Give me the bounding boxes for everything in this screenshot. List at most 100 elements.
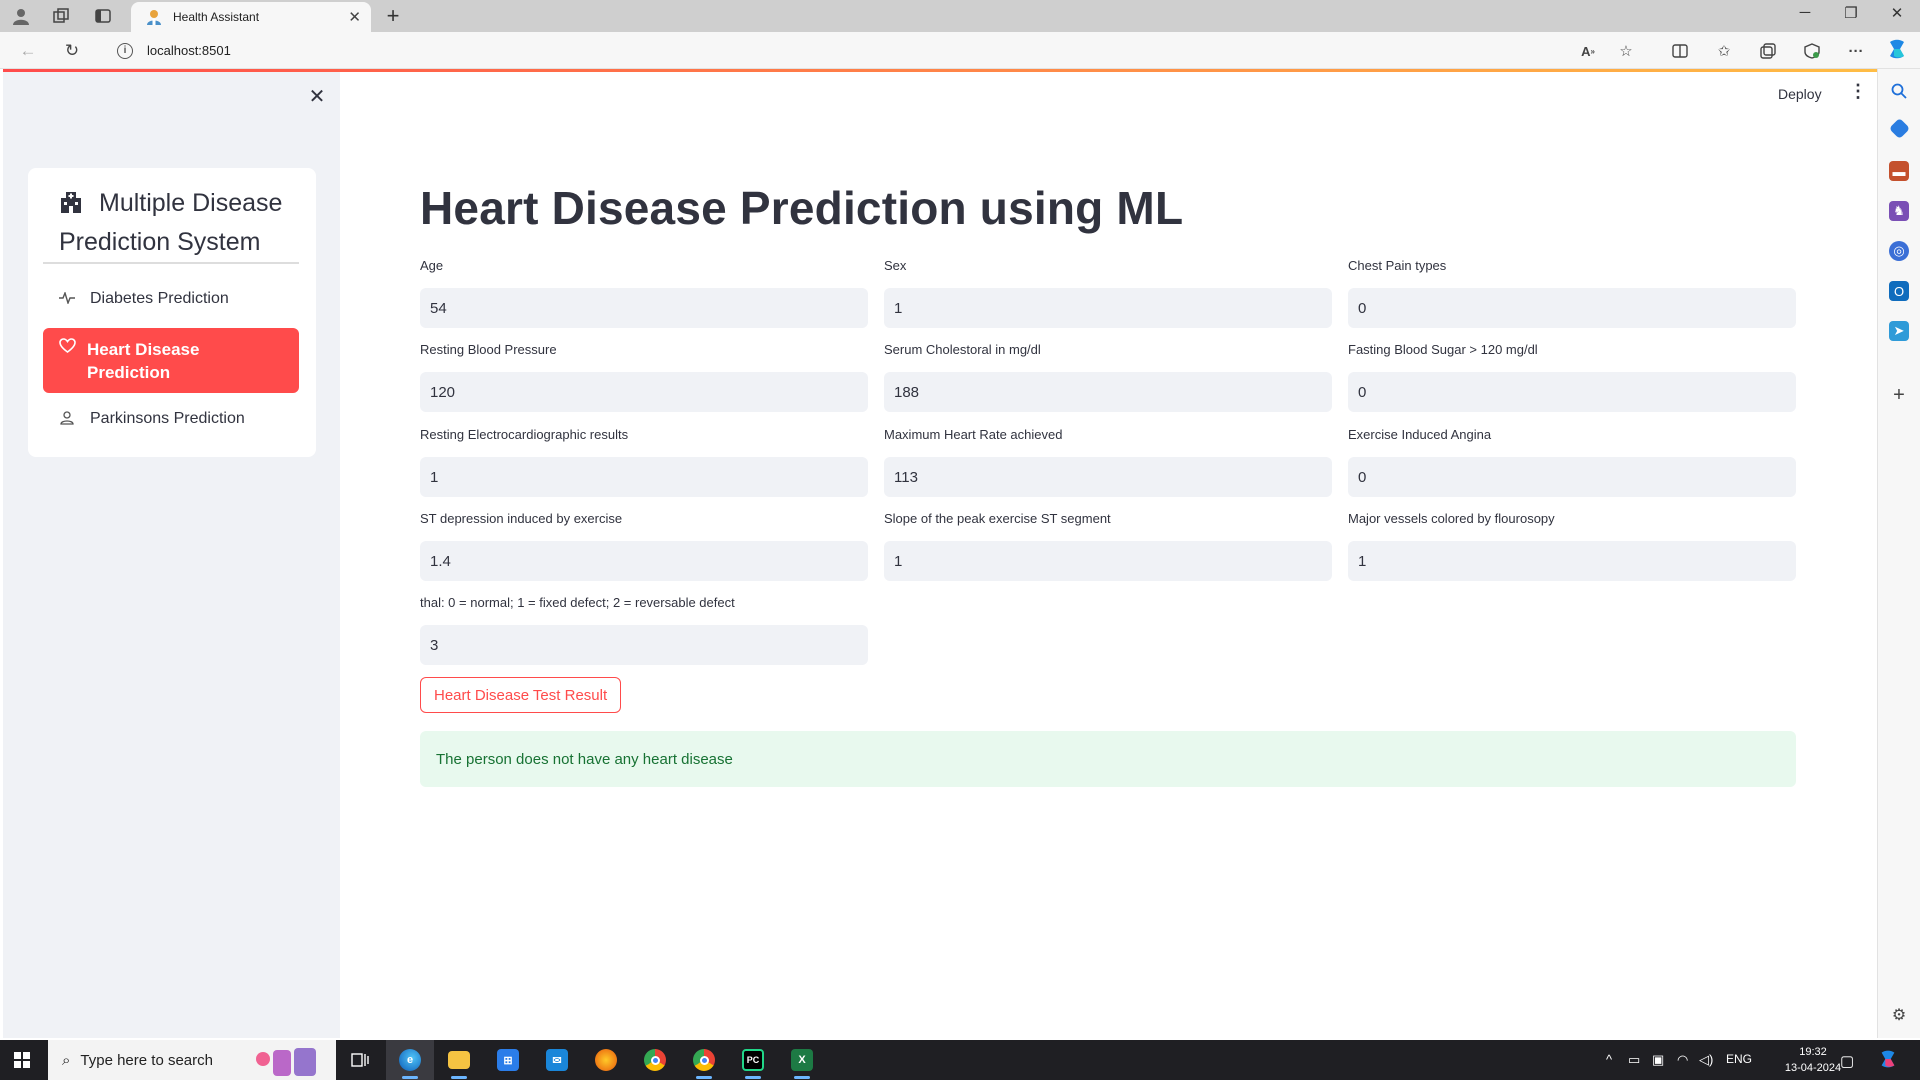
- microsoft-365-icon[interactable]: ◎: [1889, 241, 1909, 261]
- firefox-icon[interactable]: [582, 1040, 630, 1080]
- field-exercise-angina: Exercise Induced Angina: [1348, 426, 1796, 497]
- menu-title-text: Multiple Disease Prediction System: [59, 189, 283, 256]
- page-title: Heart Disease Prediction using ML: [420, 182, 1184, 234]
- clock[interactable]: 19:32 13-04-2024: [1778, 1044, 1848, 1076]
- show-hidden-icons-icon[interactable]: ^: [1606, 1052, 1612, 1067]
- windows-start-icon[interactable]: [14, 1052, 30, 1068]
- copilot-icon[interactable]: [1885, 38, 1909, 60]
- field-label: Serum Cholestoral in mg/dl: [884, 342, 1041, 357]
- option-menu: Multiple Disease Prediction System Diabe…: [28, 168, 316, 457]
- hospital-icon: [59, 188, 85, 224]
- exercise-angina-input[interactable]: [1348, 457, 1796, 497]
- browser-essentials-icon[interactable]: [1800, 40, 1824, 62]
- site-info-icon[interactable]: i: [117, 42, 133, 59]
- new-tab-icon[interactable]: +: [380, 3, 406, 29]
- fasting-sugar-input[interactable]: [1348, 372, 1796, 412]
- copilot-taskbar-icon[interactable]: [1878, 1049, 1898, 1072]
- activity-icon: [57, 290, 77, 307]
- result-text: The person does not have any heart disea…: [436, 750, 733, 768]
- sidebar-item-diabetes[interactable]: Diabetes Prediction: [43, 279, 299, 319]
- sidebar-item-label: Heart Disease Prediction: [87, 340, 200, 382]
- field-rest-ecg: Resting Electrocardiographic results: [420, 426, 868, 497]
- search-icon[interactable]: [1889, 81, 1909, 101]
- main-menu-icon[interactable]: ⋮: [1849, 81, 1867, 102]
- microsoft-store-icon[interactable]: ⊞: [484, 1040, 532, 1080]
- task-view-icon[interactable]: [336, 1040, 384, 1080]
- field-label: Fasting Blood Sugar > 120 mg/dl: [1348, 342, 1538, 357]
- field-resting-bp: Resting Blood Pressure: [420, 341, 868, 412]
- chrome-profile-icon[interactable]: [680, 1040, 728, 1080]
- input-language[interactable]: ENG: [1726, 1052, 1752, 1066]
- resting-bp-input[interactable]: [420, 372, 868, 412]
- add-icon[interactable]: +: [1889, 384, 1909, 406]
- more-options-icon[interactable]: ···: [1844, 40, 1868, 62]
- notifications-icon[interactable]: ▢: [1840, 1052, 1854, 1070]
- sex-input[interactable]: [884, 288, 1332, 328]
- menu-title: Multiple Disease Prediction System: [59, 185, 299, 260]
- field-label: Exercise Induced Angina: [1348, 427, 1492, 442]
- shopping-tag-icon[interactable]: [1888, 117, 1911, 140]
- menu-divider: [43, 262, 299, 264]
- chest-pain-input[interactable]: [1348, 288, 1796, 328]
- split-screen-icon[interactable]: [1668, 40, 1692, 62]
- rest-ecg-input[interactable]: [420, 457, 868, 497]
- field-st-depression: ST depression induced by exercise: [420, 510, 868, 581]
- thal-input[interactable]: [420, 625, 868, 665]
- restore-icon[interactable]: ❐: [1836, 4, 1866, 22]
- heart-icon: [57, 338, 77, 356]
- workspaces-icon[interactable]: [50, 5, 72, 27]
- file-explorer-icon[interactable]: [435, 1040, 483, 1080]
- volume-icon[interactable]: ◁): [1699, 1052, 1713, 1068]
- field-label: Resting Blood Pressure: [420, 342, 557, 357]
- address-bar: ← ↻ i localhost:8501 A» ☆ ✩ ···: [0, 32, 1920, 69]
- collections-icon[interactable]: [1756, 40, 1780, 62]
- major-vessels-input[interactable]: [1348, 541, 1796, 581]
- field-max-heart-rate: Maximum Heart Rate achieved: [884, 426, 1332, 497]
- tab-close-icon[interactable]: ✕: [348, 8, 361, 26]
- back-icon[interactable]: ←: [16, 40, 40, 62]
- url-field[interactable]: i localhost:8501: [110, 37, 1640, 64]
- chrome-icon[interactable]: [631, 1040, 679, 1080]
- sidebar-close-icon[interactable]: ✕: [305, 84, 329, 109]
- profile-icon[interactable]: [10, 5, 32, 27]
- pycharm-icon[interactable]: PC: [729, 1040, 777, 1080]
- tools-briefcase-icon[interactable]: ▬: [1889, 161, 1909, 181]
- favorites-icon[interactable]: ✩: [1712, 40, 1736, 62]
- edge-sidebar: ▬ ♞ ◎ O ➤ + ⚙: [1877, 69, 1920, 1038]
- tab-actions-icon[interactable]: [92, 5, 114, 27]
- sidebar-item-heart-disease[interactable]: Heart Disease Prediction: [43, 328, 299, 393]
- read-aloud-icon[interactable]: A»: [1576, 40, 1600, 62]
- mail-icon[interactable]: ✉: [533, 1040, 581, 1080]
- url-text: localhost:8501: [147, 43, 231, 58]
- search-highlight-icon: [256, 1044, 326, 1076]
- age-input[interactable]: [420, 288, 868, 328]
- search-icon: ⌕: [62, 1051, 71, 1069]
- excel-icon[interactable]: X: [778, 1040, 826, 1080]
- field-label: Sex: [884, 258, 907, 273]
- meet-now-icon[interactable]: ▭: [1628, 1052, 1640, 1068]
- windows-taskbar: ⌕ Type here to search e ⊞ ✉ PC X ^ ▭ ▣ ◠…: [0, 1040, 1920, 1080]
- display-icon[interactable]: ▣: [1652, 1052, 1664, 1068]
- sidebar-item-parkinsons[interactable]: Parkinsons Prediction: [43, 399, 299, 439]
- clock-date: 13-04-2024: [1784, 1062, 1842, 1074]
- settings-gear-icon[interactable]: ⚙: [1889, 1005, 1909, 1025]
- wifi-icon[interactable]: ◠: [1677, 1052, 1688, 1068]
- st-depression-input[interactable]: [420, 541, 868, 581]
- drop-icon[interactable]: ➤: [1889, 321, 1909, 341]
- favorite-star-icon[interactable]: ☆: [1614, 40, 1638, 62]
- outlook-icon[interactable]: O: [1889, 281, 1909, 301]
- edge-taskbar-icon[interactable]: e: [386, 1040, 434, 1080]
- health-assistant-favicon-icon: [145, 8, 163, 26]
- browser-tab-active[interactable]: Health Assistant ✕: [131, 2, 371, 32]
- window-close-icon[interactable]: ✕: [1882, 4, 1912, 22]
- field-cholesterol: Serum Cholestoral in mg/dl: [884, 341, 1332, 412]
- games-icon[interactable]: ♞: [1889, 201, 1909, 221]
- minimize-icon[interactable]: ─: [1790, 4, 1820, 21]
- cholesterol-input[interactable]: [884, 372, 1332, 412]
- refresh-icon[interactable]: ↻: [60, 40, 84, 62]
- taskbar-search[interactable]: ⌕ Type here to search: [48, 1040, 336, 1080]
- heart-disease-test-result-button[interactable]: Heart Disease Test Result: [420, 677, 622, 713]
- streamlit-app: ✕ Multiple Disease Prediction System Dia…: [3, 69, 1877, 1038]
- max-heart-rate-input[interactable]: [884, 457, 1332, 497]
- st-slope-input[interactable]: [884, 541, 1332, 581]
